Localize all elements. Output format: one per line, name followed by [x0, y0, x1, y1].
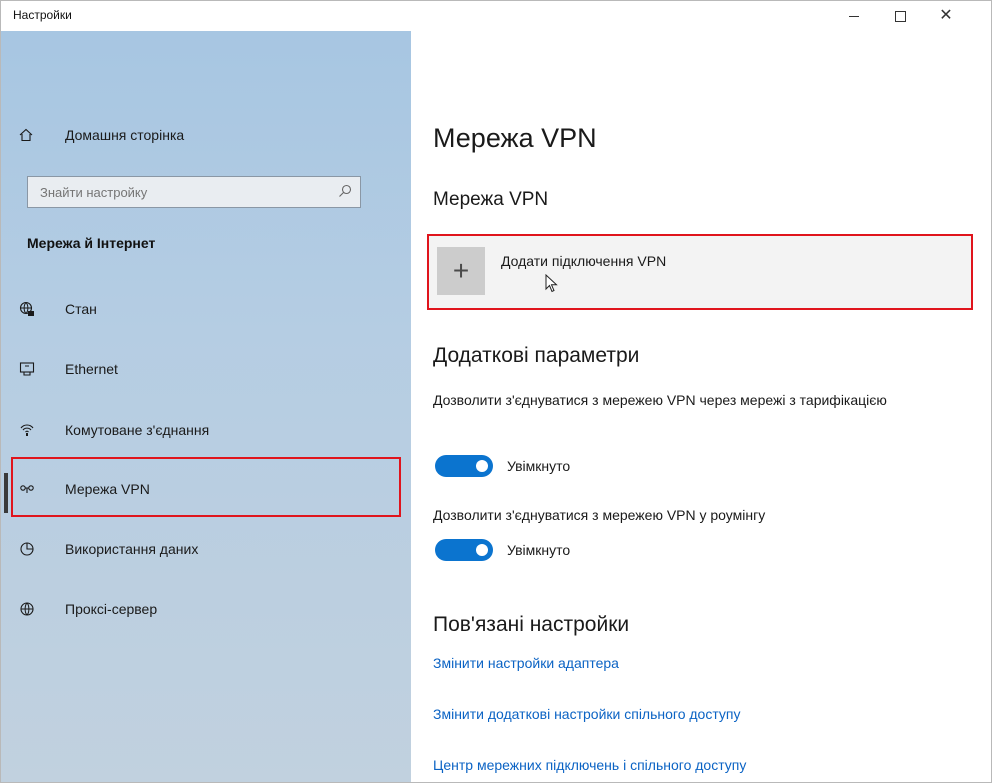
plus-icon: + [452, 255, 470, 286]
sidebar: Домашня сторінка Мережа й Інтернет Стан … [1, 31, 411, 782]
selection-indicator [4, 473, 8, 513]
minimize-icon [849, 15, 859, 17]
sidebar-item-dialup[interactable]: Комутоване з'єднання [19, 418, 209, 442]
main-content: Мережа VPN Мережа VPN + Додати підключен… [411, 31, 991, 782]
mouse-cursor-icon [545, 273, 559, 299]
metered-toggle[interactable] [435, 455, 493, 477]
close-button[interactable]: ✕ [923, 1, 969, 31]
sidebar-item-label: Проксі-сервер [65, 601, 158, 617]
search-icon[interactable] [338, 184, 352, 203]
sidebar-item-label: Використання даних [65, 541, 199, 557]
link-network-center[interactable]: Центр мережних підключень і спільного до… [433, 757, 746, 773]
sidebar-item-proxy[interactable]: Проксі-сервер [19, 597, 157, 621]
close-icon: ✕ [939, 7, 953, 24]
link-sharing-settings[interactable]: Змінити додаткові настройки спільного до… [433, 706, 741, 722]
toggle-state-label: Увімкнуто [507, 458, 571, 474]
add-vpn-button[interactable]: + Додати підключення VPN [427, 234, 973, 310]
toggle-state-label: Увімкнуто [507, 542, 571, 558]
title-bar: Настройки ✕ [1, 1, 991, 31]
add-vpn-tile: + [437, 247, 485, 295]
maximize-button[interactable] [877, 1, 923, 31]
highlight-box-sidebar [11, 457, 401, 517]
roaming-toggle-row: Увімкнуто [435, 539, 570, 561]
page-title: Мережа VPN [433, 123, 597, 153]
dialup-icon [19, 422, 43, 438]
data-usage-icon [19, 541, 43, 557]
globe-status-icon [19, 301, 43, 317]
sidebar-item-label: Ethernet [65, 361, 118, 377]
section-heading: Мережа й Інтернет [27, 235, 156, 251]
window-title: Настройки [13, 8, 72, 22]
toggle-knob [476, 460, 488, 472]
maximize-icon [894, 10, 906, 22]
search-box [27, 176, 361, 208]
globe-icon [19, 601, 43, 617]
sidebar-item-ethernet[interactable]: Ethernet [19, 357, 118, 381]
sidebar-item-label: Стан [65, 301, 97, 317]
metered-setting-label: Дозволити з'єднуватися з мережею VPN чер… [433, 392, 887, 408]
minimize-button[interactable] [831, 1, 877, 31]
ethernet-icon [19, 361, 43, 377]
search-input[interactable] [38, 183, 332, 201]
sidebar-item-label: Комутоване з'єднання [65, 422, 210, 438]
home-icon [19, 128, 43, 142]
settings-window: Настройки ✕ Домашня сторінка Мережа й Ін… [0, 0, 992, 783]
roaming-toggle[interactable] [435, 539, 493, 561]
toggle-knob [476, 544, 488, 556]
sidebar-item-data-usage[interactable]: Використання даних [19, 537, 198, 561]
metered-toggle-row: Увімкнуто [435, 455, 570, 477]
sidebar-item-status[interactable]: Стан [19, 297, 97, 321]
related-settings-title: Пов'язані настройки [433, 613, 630, 636]
advanced-options-title: Додаткові параметри [433, 344, 640, 367]
section-title-vpn: Мережа VPN [433, 189, 549, 210]
sidebar-item-home[interactable]: Домашня сторінка [19, 123, 184, 147]
roaming-setting-label: Дозволити з'єднуватися з мережею VPN у р… [433, 507, 766, 523]
link-adapter-settings[interactable]: Змінити настройки адаптера [433, 655, 619, 671]
sidebar-item-label: Домашня сторінка [65, 127, 185, 143]
add-vpn-label: Додати підключення VPN [501, 253, 667, 269]
